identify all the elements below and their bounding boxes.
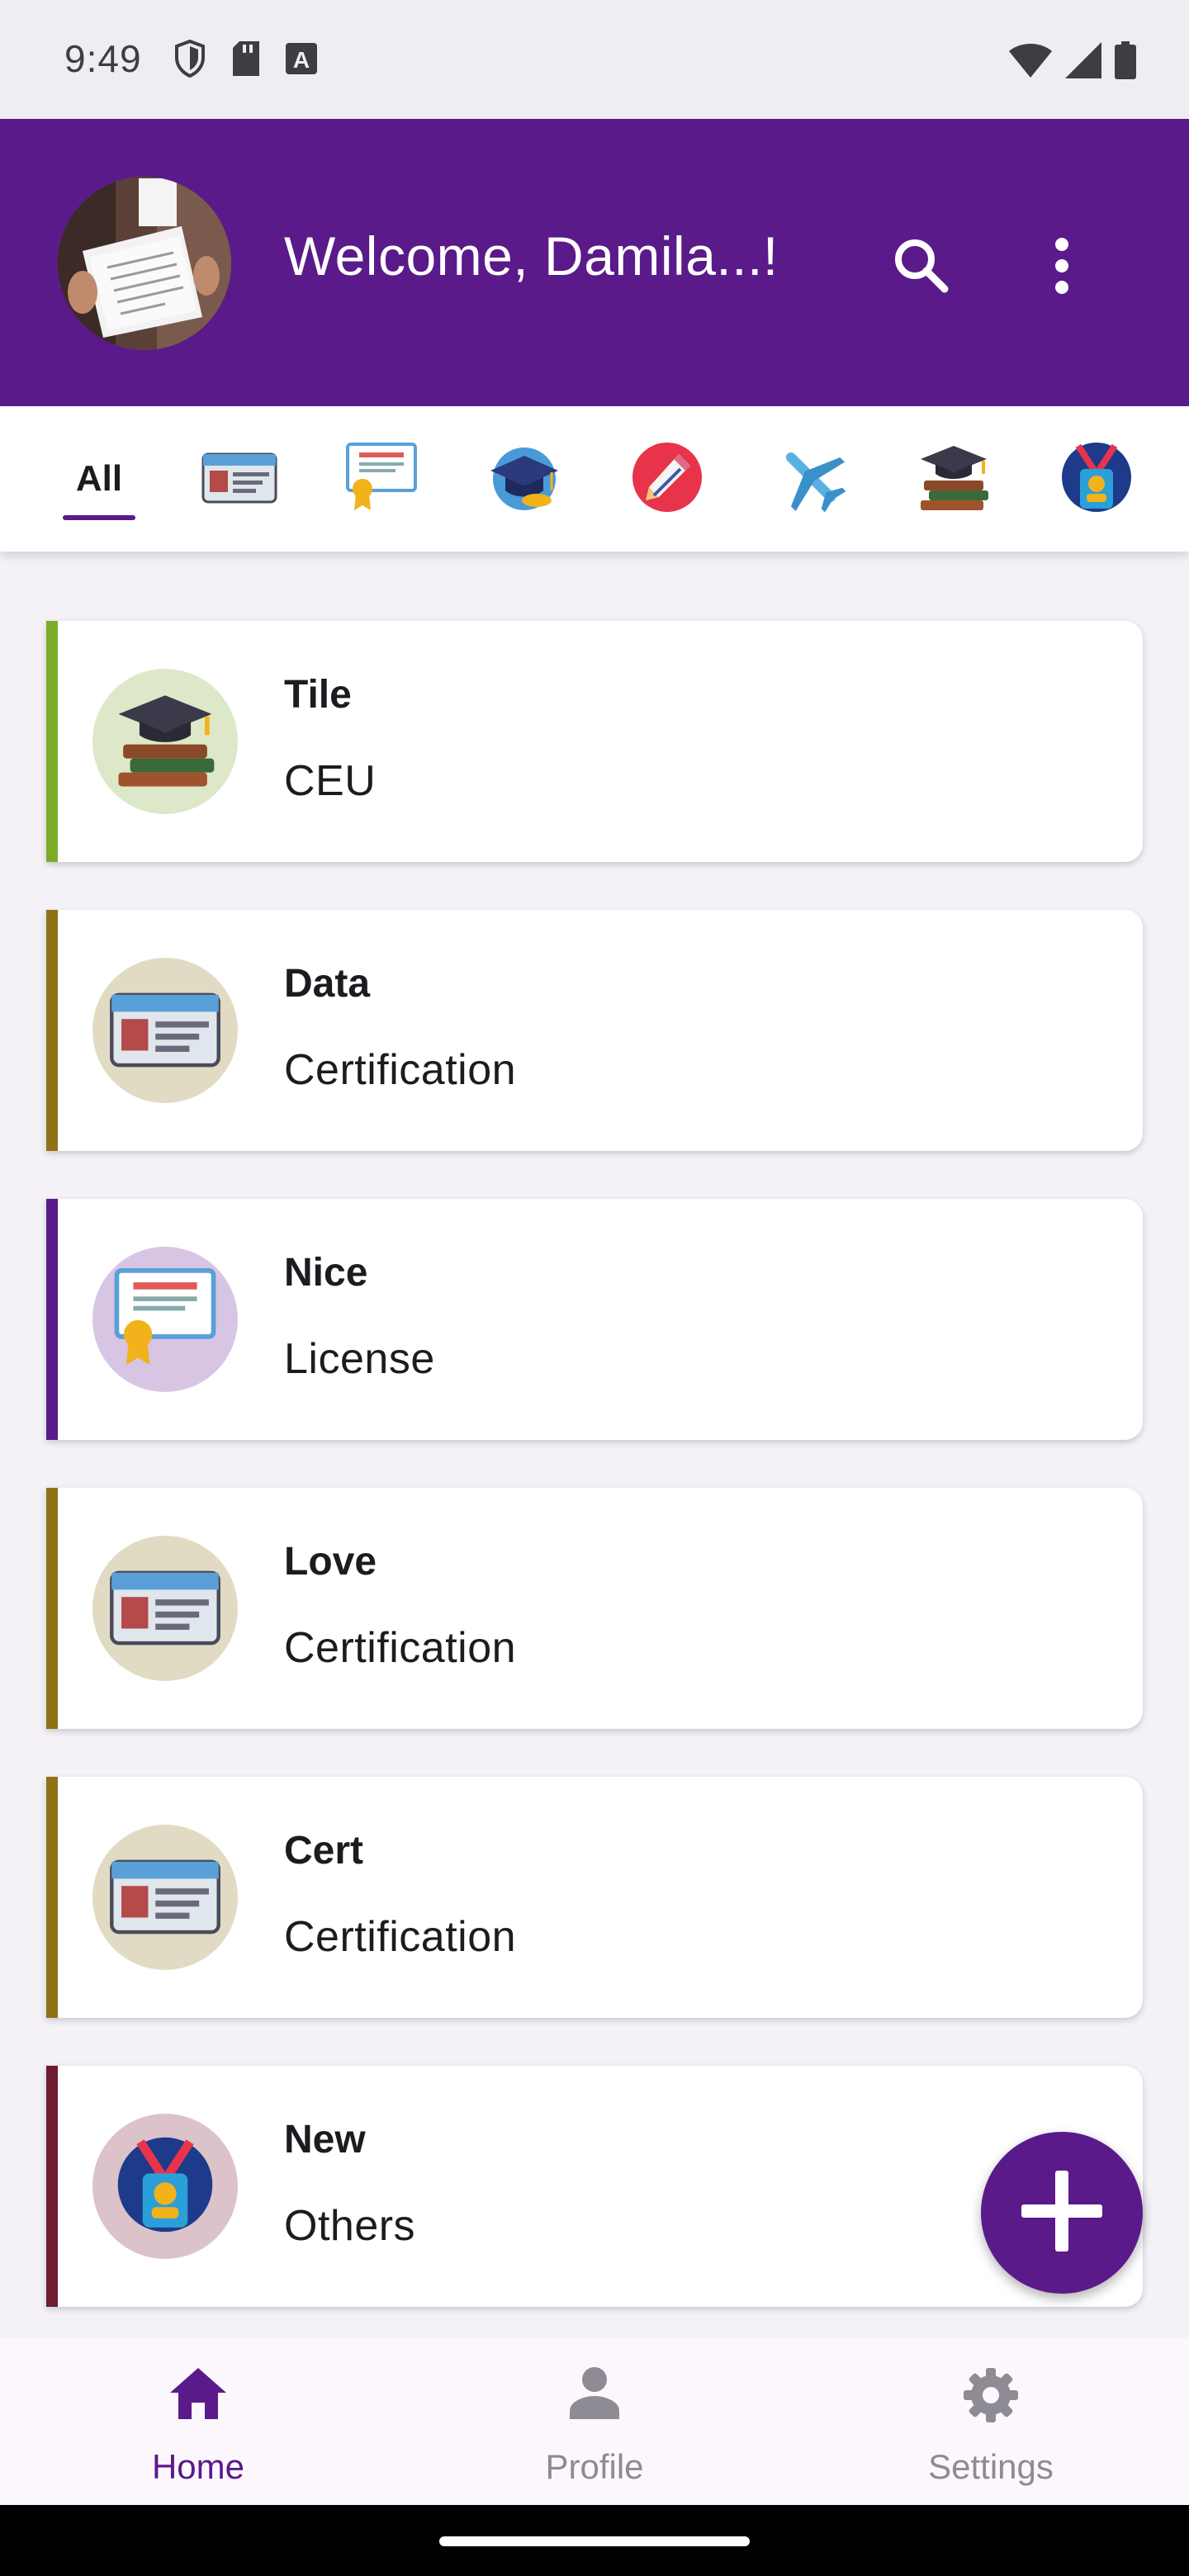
app-bar: Welcome, Damila...!	[0, 119, 1189, 406]
item-category: License	[284, 1335, 435, 1383]
list-item[interactable]: New Others	[46, 2066, 1143, 2307]
accent-stripe	[46, 910, 58, 1151]
search-icon	[888, 239, 955, 302]
status-time: 9:49	[64, 37, 142, 80]
badge-icon	[116, 2135, 215, 2238]
shield-icon	[173, 39, 206, 82]
bottom-navigation: Home Profile Settings	[0, 2338, 1189, 2505]
item-category: CEU	[284, 757, 377, 805]
more-vert-icon	[1042, 238, 1082, 302]
item-title: Nice	[284, 1251, 368, 1295]
certificate-icon	[344, 442, 419, 516]
gesture-handle[interactable]	[439, 2536, 750, 2546]
nav-profile[interactable]: Profile	[396, 2338, 793, 2505]
more-options-button[interactable]	[1042, 233, 1082, 299]
plus-icon	[1016, 2166, 1107, 2261]
item-title: Tile	[284, 673, 352, 717]
item-icon-circle	[92, 1825, 238, 1970]
tab-graduation[interactable]	[462, 406, 586, 552]
list-item[interactable]: Cert Certification	[46, 1777, 1143, 2018]
system-gesture-bar	[0, 2505, 1189, 2576]
tab-pencil[interactable]	[605, 406, 729, 552]
item-icon-circle	[92, 958, 238, 1103]
tab-certificate[interactable]	[320, 406, 443, 552]
item-title: Love	[284, 1540, 377, 1584]
item-category: Certification	[284, 1624, 517, 1672]
list-item[interactable]: Love Certification	[46, 1488, 1143, 1729]
welcome-title: Welcome, Damila...!	[284, 225, 779, 286]
list-item[interactable]: Data Certification	[46, 910, 1143, 1151]
svg-text:A: A	[293, 47, 310, 73]
pencil-icon	[631, 441, 703, 518]
accent-stripe	[46, 2066, 58, 2307]
person-icon	[568, 2366, 621, 2425]
item-icon-circle	[92, 1536, 238, 1681]
item-icon-circle	[92, 1247, 238, 1392]
item-title: Cert	[284, 1829, 364, 1873]
id-card-icon	[109, 1854, 221, 1941]
add-item-button[interactable]	[981, 2132, 1143, 2294]
books-icon	[111, 690, 219, 793]
id-card-icon	[109, 1565, 221, 1652]
badge-icon	[1060, 441, 1133, 518]
battery-icon	[1115, 41, 1136, 83]
item-category: Others	[284, 2202, 416, 2250]
wifi-icon	[1009, 43, 1052, 82]
tab-badge[interactable]	[1035, 406, 1158, 552]
tab-airplane[interactable]	[749, 406, 873, 552]
graduation-cap-icon	[487, 443, 561, 516]
search-button[interactable]	[888, 233, 955, 299]
category-tabs: All	[0, 406, 1189, 552]
item-title: New	[284, 2118, 366, 2162]
item-title: Data	[284, 962, 371, 1006]
nav-settings-label: Settings	[928, 2447, 1054, 2486]
gear-icon	[962, 2366, 1020, 2428]
list-item[interactable]: Nice License	[46, 1199, 1143, 1440]
item-category: Certification	[284, 1046, 517, 1094]
books-icon	[916, 443, 992, 516]
item-icon-circle	[92, 2114, 238, 2259]
avatar[interactable]	[58, 177, 231, 350]
certificate-icon	[111, 1267, 219, 1371]
nav-home[interactable]: Home	[0, 2338, 396, 2505]
signal-icon	[1065, 42, 1101, 83]
item-icon-circle	[92, 669, 238, 814]
tab-all[interactable]: All	[37, 406, 161, 552]
keyboard-a-icon: A	[286, 43, 317, 78]
item-category: Certification	[284, 1913, 517, 1961]
nav-settings[interactable]: Settings	[793, 2338, 1189, 2505]
id-card-icon	[201, 449, 277, 509]
list-item[interactable]: Tile CEU	[46, 621, 1143, 862]
sd-card-icon	[231, 41, 261, 80]
accent-stripe	[46, 621, 58, 862]
tab-id-card[interactable]	[178, 406, 301, 552]
accent-stripe	[46, 1199, 58, 1440]
home-icon	[168, 2366, 228, 2425]
airplane-icon	[773, 439, 849, 519]
nav-profile-label: Profile	[545, 2447, 644, 2486]
nav-home-label: Home	[151, 2447, 245, 2486]
accent-stripe	[46, 1488, 58, 1729]
status-bar: 9:49 A	[0, 0, 1189, 119]
tab-all-label: All	[75, 458, 123, 499]
id-card-icon	[109, 987, 221, 1074]
tab-indicator	[63, 515, 135, 520]
accent-stripe	[46, 1777, 58, 2018]
tab-books[interactable]	[892, 406, 1016, 552]
